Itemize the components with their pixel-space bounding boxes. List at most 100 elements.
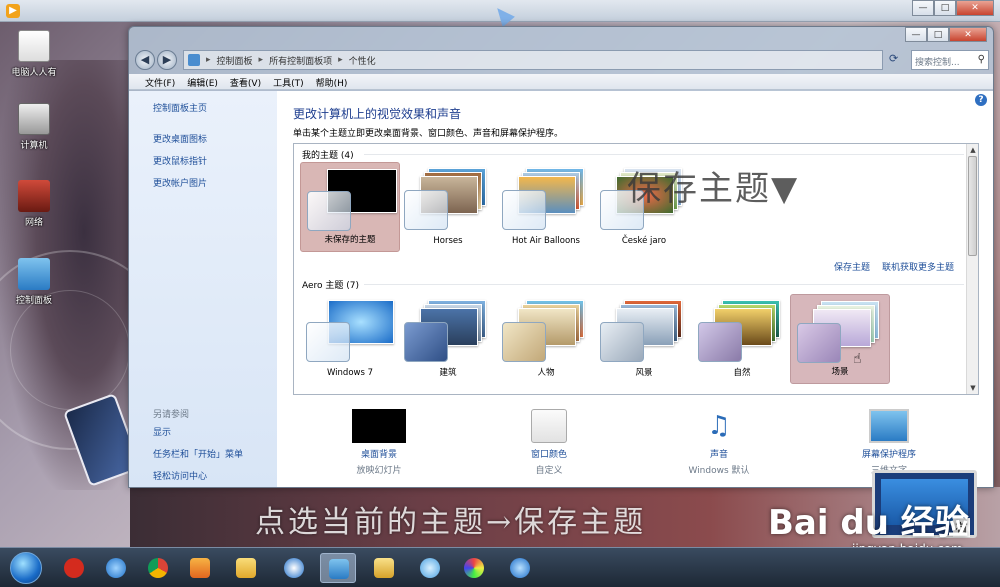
- window-minimize-button[interactable]: —: [905, 27, 927, 42]
- desktop-icon-network[interactable]: 网络: [8, 180, 60, 228]
- taskbar-app-paint[interactable]: [456, 553, 492, 583]
- vertical-scrollbar[interactable]: ▲ ▼: [966, 144, 978, 394]
- window-color-setting[interactable]: 窗口颜色 自定义: [489, 409, 609, 476]
- window-glass-icon: [404, 322, 448, 362]
- taskbar-app-qq-browser[interactable]: [276, 553, 312, 583]
- breadcrumb-all-items[interactable]: 所有控制面板项: [269, 54, 332, 67]
- see-also-taskbar[interactable]: 任务栏和「开始」菜单: [153, 447, 243, 460]
- taskbar-app-ie[interactable]: [98, 553, 134, 583]
- see-also-heading: 另请参阅: [153, 410, 190, 420]
- baidu-jingyan-logo: Bai du 经验: [768, 503, 969, 543]
- taskbar-app-chrome[interactable]: [140, 553, 176, 583]
- maximize-button[interactable]: □: [934, 0, 956, 16]
- taskbar-app-jiang[interactable]: [56, 553, 92, 583]
- window-close-button[interactable]: ✕: [949, 27, 987, 42]
- my-themes-heading: 我的主题 (4): [302, 151, 354, 161]
- folder-icon: [236, 558, 256, 578]
- sidebar: 控制面板主页 更改桌面图标 更改鼠标指针 更改帐户图片 另请参阅 显示 任务栏和…: [129, 91, 277, 487]
- desktop-background-setting[interactable]: 桌面背景 放映幻灯片: [319, 409, 439, 476]
- music-notes-icon: ♫: [707, 411, 731, 441]
- control-panel-icon: [188, 54, 200, 66]
- explorer-icon: [374, 558, 394, 578]
- desktop-icon-computer[interactable]: 计算机: [8, 103, 60, 151]
- sidebar-link-desktop-icons[interactable]: 更改桌面图标: [153, 132, 277, 145]
- screensaver-setting[interactable]: 屏幕保护程序 三维文字: [829, 409, 949, 476]
- scrollbar-thumb[interactable]: [968, 156, 977, 256]
- taskbar-app-network[interactable]: [412, 553, 448, 583]
- window-glass-icon: [306, 322, 350, 362]
- sidebar-link-mouse-pointer[interactable]: 更改鼠标指针: [153, 154, 277, 167]
- window-maximize-button[interactable]: □: [927, 27, 949, 42]
- control-panel-icon: [329, 559, 349, 579]
- theme-landscapes[interactable]: 风景: [594, 294, 694, 384]
- breadcrumb-control-panel[interactable]: 控制面板: [217, 54, 253, 67]
- wallpaper-ring-inner: [10, 290, 130, 410]
- content-pane: ? 更改计算机上的视觉效果和声音 单击某个主题立即更改桌面背景、窗口颜色、声音和…: [277, 91, 993, 487]
- theme-characters[interactable]: 人物: [496, 294, 596, 384]
- window-glass-icon: [404, 190, 448, 230]
- sidebar-link-home[interactable]: 控制面板主页: [153, 101, 277, 114]
- control-panel-icon: [18, 258, 50, 290]
- checklist-icon: [18, 30, 50, 62]
- taskbar-app-control-panel[interactable]: [320, 553, 356, 583]
- monitor-icon: [869, 409, 909, 443]
- window-glass-icon: [502, 322, 546, 362]
- network-icon: [420, 558, 440, 578]
- aero-themes-heading: Aero 主题 (7): [302, 281, 360, 291]
- sidebar-link-account-picture[interactable]: 更改帐户图片: [153, 176, 277, 189]
- theme-scenes[interactable]: 场景 ☝: [790, 294, 890, 384]
- breadcrumb-personalization[interactable]: 个性化: [349, 54, 376, 67]
- start-button[interactable]: [10, 552, 42, 584]
- search-input[interactable]: 搜索控制... ⚲: [911, 50, 989, 70]
- window-caption-buttons: — □ ✕: [905, 27, 987, 42]
- see-also-list: 显示 任务栏和「开始」菜单 轻松访问中心: [153, 425, 243, 487]
- taskbar-app-folder[interactable]: [228, 553, 264, 583]
- theme-architecture[interactable]: 建筑: [398, 294, 498, 384]
- menu-edit[interactable]: 编辑(E): [181, 74, 224, 89]
- bluetooth-icon: [510, 558, 530, 578]
- theme-hot-air-balloons[interactable]: Hot Air Balloons: [496, 162, 596, 252]
- scroll-down-icon[interactable]: ▼: [967, 382, 978, 394]
- help-icon[interactable]: ?: [975, 94, 987, 106]
- window-glass-icon: [502, 190, 546, 230]
- chrome-icon: [148, 558, 168, 578]
- refresh-icon[interactable]: ⟳: [889, 52, 903, 66]
- see-also-ease-of-access[interactable]: 轻松访问中心: [153, 469, 243, 482]
- theme-horses[interactable]: Horses: [398, 162, 498, 252]
- taskbar-app-explorer[interactable]: [366, 553, 402, 583]
- menu-tools[interactable]: 工具(T): [267, 74, 310, 89]
- hand-cursor-icon: ☝: [853, 351, 862, 367]
- player-app-icon[interactable]: ▶: [6, 4, 20, 18]
- back-button[interactable]: ◀: [135, 50, 155, 70]
- caption-watermark: 点选当前的主题→保存主题: [255, 505, 647, 540]
- background-thumbnail: [352, 409, 406, 443]
- menu-help[interactable]: 帮助(H): [310, 74, 354, 89]
- network-icon: [18, 180, 50, 212]
- page-subtitle: 单击某个主题立即更改桌面背景、窗口颜色、声音和屏幕保护程序。: [293, 129, 564, 139]
- computer-icon: [18, 103, 50, 135]
- theme-windows-7[interactable]: Windows 7: [300, 294, 400, 384]
- taskbar-app-bluetooth[interactable]: [502, 553, 538, 583]
- window-glass-icon: [698, 322, 742, 362]
- window-color-swatch: [531, 409, 567, 443]
- menu-file[interactable]: 文件(F): [139, 74, 181, 89]
- save-theme-link[interactable]: 保存主题: [834, 260, 870, 273]
- see-also-display[interactable]: 显示: [153, 425, 243, 438]
- personalization-window: — □ ✕ ◀ ▶ ▸ 控制面板 ▸ 所有控制面板项 ▸ 个性化 ⟳ 搜索控制.…: [128, 26, 994, 488]
- close-button[interactable]: ✕: [956, 0, 994, 16]
- search-icon[interactable]: ⚲: [978, 54, 985, 65]
- sound-setting[interactable]: ♫ 声音 Windows 默认: [659, 409, 779, 476]
- scroll-up-icon[interactable]: ▲: [967, 144, 978, 156]
- page-title: 更改计算机上的视觉效果和声音: [293, 107, 462, 121]
- window-glass-icon: [797, 323, 841, 363]
- desktop-icon-control-panel[interactable]: 控制面板: [8, 258, 60, 306]
- address-field[interactable]: ▸ 控制面板 ▸ 所有控制面板项 ▸ 个性化: [183, 50, 883, 70]
- get-more-themes-link[interactable]: 联机获取更多主题: [882, 260, 954, 273]
- menu-view[interactable]: 查看(V): [224, 74, 267, 89]
- minimize-button[interactable]: —: [912, 0, 934, 16]
- desktop-icon-pc-everyone[interactable]: 电脑人人有: [8, 30, 60, 78]
- theme-nature[interactable]: 自然: [692, 294, 792, 384]
- taskbar-app-media[interactable]: [182, 553, 218, 583]
- theme-unsaved[interactable]: 未保存的主题: [300, 162, 400, 252]
- forward-button[interactable]: ▶: [157, 50, 177, 70]
